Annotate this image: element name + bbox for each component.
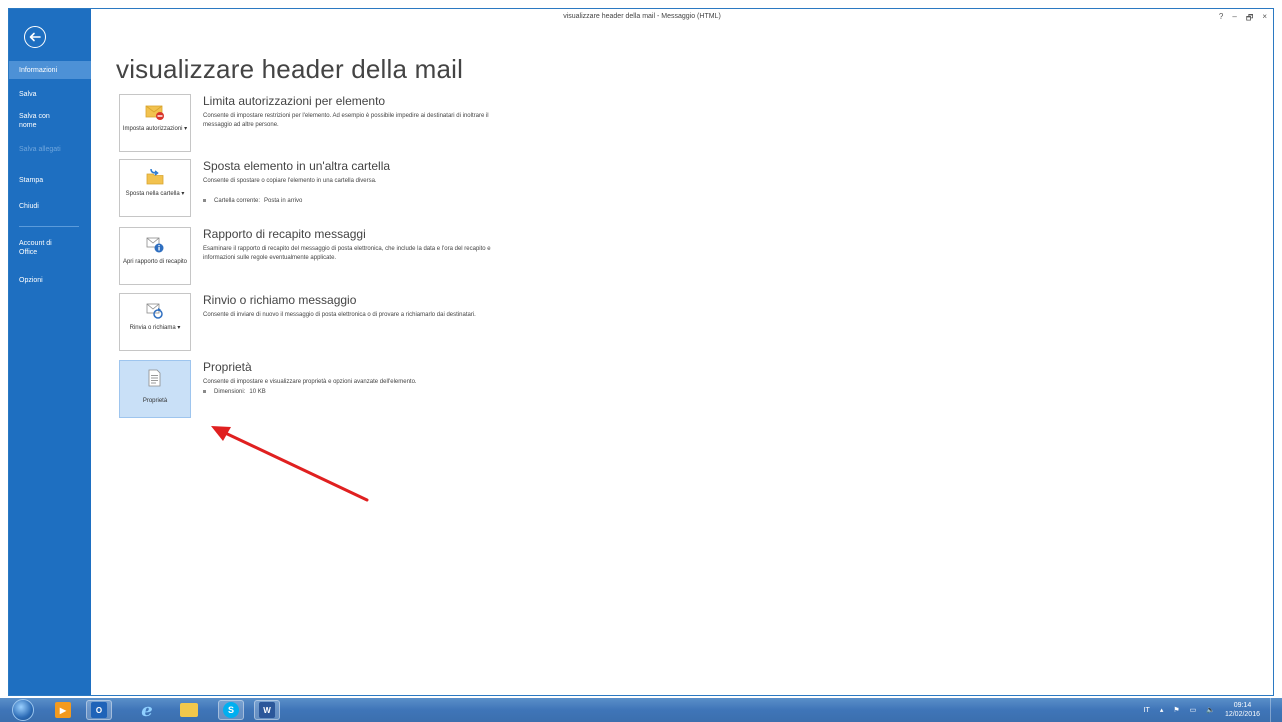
file-explorer-icon <box>180 703 198 717</box>
folder-move-icon <box>145 168 165 186</box>
media-player-taskbar-button[interactable]: ▶ <box>50 700 76 720</box>
help-button[interactable]: ? <box>1219 12 1223 26</box>
action-description: Consente di impostare e visualizzare pro… <box>203 379 417 385</box>
file-explorer-taskbar-button[interactable] <box>176 700 202 720</box>
backstage-sidebar: Informazioni Salva Salva con nome Salva … <box>9 9 91 695</box>
internet-explorer-taskbar-button[interactable]: e <box>134 699 160 721</box>
action-description: Consente di impostare restrizioni per l'… <box>203 113 489 128</box>
network-icon[interactable]: ▭ <box>1190 706 1197 714</box>
nav-salva[interactable]: Salva <box>9 90 91 99</box>
nav-informazioni[interactable]: Informazioni <box>9 61 91 79</box>
page-title: visualizzare header della mail <box>116 54 464 84</box>
clock-time: 09:14 <box>1233 702 1252 709</box>
language-indicator[interactable]: IT <box>1144 707 1150 714</box>
show-desktop-button[interactable] <box>1270 698 1282 722</box>
outlook-message-window: Informazioni Salva Salva con nome Salva … <box>8 8 1274 696</box>
back-arrow-icon <box>29 32 41 42</box>
nav-opzioni[interactable]: Opzioni <box>9 276 91 285</box>
word-icon: W <box>259 702 275 718</box>
resend-recall-icon <box>145 302 165 320</box>
volume-icon[interactable]: 🔈 <box>1206 706 1215 714</box>
open-delivery-report-button[interactable]: Apri rapporto di recapito <box>119 227 191 285</box>
size-info: Dimensioni: 10 KB <box>203 389 266 395</box>
clock-date: 12/02/2016 <box>1224 711 1260 718</box>
set-permissions-button[interactable]: Imposta autorizzazioni ▾ <box>119 94 191 152</box>
media-player-icon: ▶ <box>55 702 71 718</box>
bullet-icon <box>203 198 206 202</box>
action-title: Limita autorizzazioni per elemento <box>203 94 386 108</box>
properties-icon <box>145 369 165 387</box>
action-center-flag-icon[interactable]: ⚑ <box>1173 706 1179 714</box>
back-button[interactable] <box>24 26 46 48</box>
tile-label: Apri rapporto di recapito <box>122 259 188 265</box>
delivery-report-icon <box>145 236 165 254</box>
internet-explorer-icon: e <box>141 699 153 721</box>
tile-label: Rinvia o richiama ▾ <box>129 325 181 331</box>
minimize-button[interactable]: – <box>1232 12 1236 26</box>
nav-account-office[interactable]: Account di Office <box>9 239 69 257</box>
action-title: Rinvio o richiamo messaggio <box>203 293 357 307</box>
nav-salva-con-nome[interactable]: Salva con nome <box>9 112 69 130</box>
desktop-screen: Informazioni Salva Salva con nome Salva … <box>0 0 1282 722</box>
outlook-taskbar-button[interactable]: O <box>86 700 112 720</box>
taskbar: ▶ O e S W IT ▴ ⚑ ▭ 🔈 09:14 12/02/2016 <box>0 698 1282 722</box>
nav-salva-allegati: Salva allegati <box>19 146 61 153</box>
outlook-icon: O <box>91 702 107 718</box>
skype-taskbar-button[interactable]: S <box>218 700 244 720</box>
current-folder-info: Cartella corrente: Posta in arrivo <box>203 198 302 204</box>
word-taskbar-button[interactable]: W <box>254 700 280 720</box>
window-title: visualizzare header della mail - Messagg… <box>563 13 721 20</box>
clock[interactable]: 09:14 12/02/2016 <box>1225 701 1260 719</box>
sidebar-divider <box>19 226 79 227</box>
tile-label: Imposta autorizzazioni ▾ <box>122 126 188 132</box>
show-hidden-icons-icon[interactable]: ▴ <box>1160 706 1164 714</box>
nav-stampa[interactable]: Stampa <box>9 176 91 185</box>
system-tray: IT ▴ ⚑ ▭ 🔈 09:14 12/02/2016 <box>1144 701 1260 719</box>
properties-button[interactable]: Proprietà <box>119 360 191 418</box>
restore-button[interactable]: 🗗 <box>1246 12 1254 26</box>
action-title: Proprietà <box>203 360 252 374</box>
action-title: Sposta elemento in un'altra cartella <box>203 159 391 173</box>
annotation-arrow-icon <box>211 426 369 502</box>
bullet-icon <box>203 389 206 393</box>
tile-label: Proprietà <box>142 398 168 404</box>
tile-label: Sposta nella cartella ▾ <box>125 191 185 197</box>
action-description: Consente di spostare o copiare l'element… <box>203 178 377 184</box>
start-button[interactable] <box>12 699 34 721</box>
resend-recall-button[interactable]: Rinvia o richiama ▾ <box>119 293 191 351</box>
move-to-folder-button[interactable]: Sposta nella cartella ▾ <box>119 159 191 217</box>
skype-icon: S <box>223 702 239 718</box>
action-description: Esaminare il rapporto di recapito del me… <box>203 246 491 261</box>
action-description: Consente di inviare di nuovo il messaggi… <box>203 312 476 318</box>
envelope-restrict-icon <box>145 103 165 121</box>
window-controls: ? – 🗗 × <box>1219 12 1267 26</box>
close-button[interactable]: × <box>1262 12 1267 26</box>
nav-chiudi[interactable]: Chiudi <box>9 202 91 211</box>
action-title: Rapporto di recapito messaggi <box>203 227 366 241</box>
